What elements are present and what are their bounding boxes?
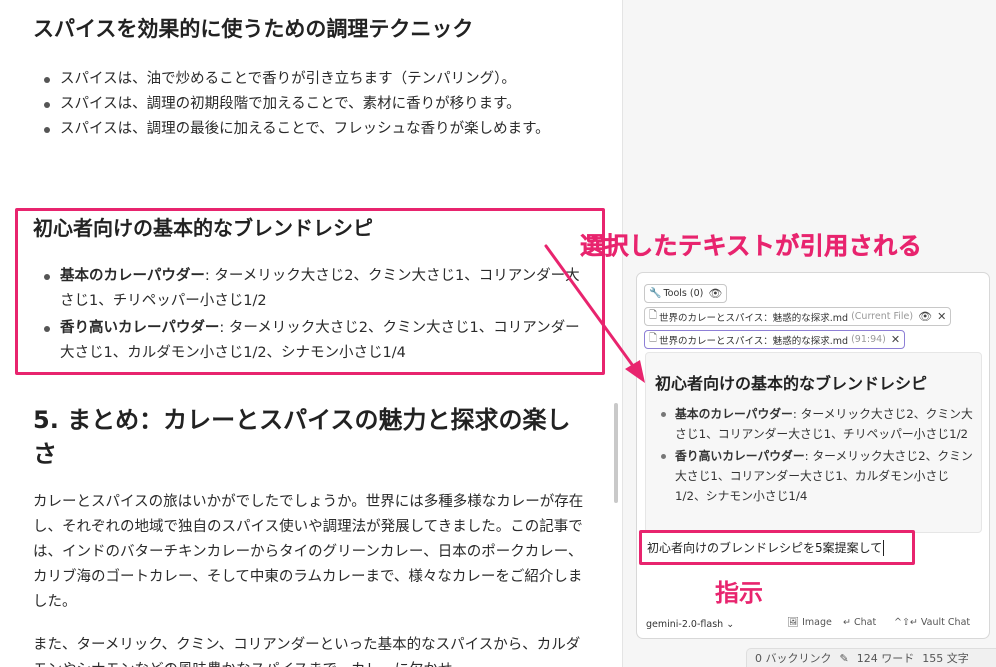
- techniques-list: スパイスは、油で炒めることで香りが引き立ちます（テンパリング）。 スパイスは、調…: [40, 67, 585, 142]
- list-item: 香り高いカレーパウダー: ターメリック大さじ2、クミン大さじ1、コリアンダー大さ…: [660, 446, 975, 506]
- summary-paragraph: また、ターメリック、クミン、コリアンダーといった基本的なスパイスから、カルダモン…: [33, 637, 581, 667]
- enter-icon: ↵: [843, 617, 851, 628]
- model-select[interactable]: gemini-2.0-flash ⌄: [646, 619, 734, 630]
- recipe-term: 香り高いカレーパウダー: [60, 320, 220, 336]
- list-item: スパイスは、油で炒めることで香りが引き立ちます（テンパリング）。: [40, 67, 585, 92]
- context-chip-current-file[interactable]: 🗋 世界のカレーとスパイス：魅惑的な探求.md (Current File) 👁…: [644, 307, 952, 326]
- close-icon[interactable]: ✕: [891, 333, 900, 346]
- pencil-icon[interactable]: ✎: [840, 652, 849, 665]
- chat-label: Chat: [854, 617, 877, 628]
- chip-selection-range: (91:94): [851, 334, 886, 345]
- chat-input-value: 初心者向けのブレンドレシピを5案提案して: [647, 541, 883, 555]
- chevron-down-icon: ⌄: [726, 619, 735, 630]
- char-count: 155 文字: [922, 652, 969, 665]
- image-button[interactable]: 🖼 Image: [787, 617, 832, 628]
- quote-heading: 初心者向けの基本的なブレンドレシピ: [655, 374, 928, 393]
- image-label: Image: [802, 617, 832, 628]
- editor-pane[interactable]: スパイスを効果的に使うための調理テクニック スパイスは、油で炒めることで香りが引…: [0, 0, 622, 667]
- image-icon: 🖼: [787, 617, 800, 628]
- backlink-count[interactable]: 0 バックリンク: [755, 650, 832, 666]
- text-caret: [883, 539, 885, 556]
- recipe-term: 香り高いカレーパウダー: [675, 449, 805, 463]
- chip-selection-name: 世界のカレーとスパイス：魅惑的な探求.md: [659, 335, 849, 347]
- heading-cooking-techniques: スパイスを効果的に使うための調理テクニック: [33, 17, 474, 41]
- tools-button[interactable]: 🔧 Tools (0) 👁: [644, 284, 728, 303]
- list-item: 基本のカレーパウダー: ターメリック大さじ2、クミン大さじ1、コリアンダー大さじ…: [660, 404, 975, 444]
- recipe-term: 基本のカレーパウダー: [60, 268, 205, 284]
- context-chip-selection[interactable]: 🗋 世界のカレーとスパイス：魅惑的な探求.md (91:94) ✕: [644, 330, 906, 349]
- blend-recipes-list: 基本のカレーパウダー: ターメリック大さじ2、クミン大さじ1、コリアンダー大さじ…: [40, 264, 582, 366]
- eye-icon[interactable]: 👁: [708, 287, 722, 300]
- model-label: gemini-2.0-flash: [646, 619, 724, 630]
- status-bar: 0 バックリンク ✎ 124 ワード 155 文字: [746, 648, 996, 667]
- chat-input[interactable]: 初心者向けのブレンドレシピを5案提案して: [639, 530, 915, 565]
- list-item: スパイスは、調理の初期段階で加えることで、素材に香りが移ります。: [40, 92, 585, 117]
- heading-summary: 5. まとめ：カレーとスパイスの魅力と探求の楽しさ: [33, 406, 571, 468]
- quoted-selection-card: 初心者向けの基本的なブレンドレシピ 基本のカレーパウダー: ターメリック大さじ2…: [645, 352, 982, 533]
- tools-label: Tools (0): [663, 288, 704, 299]
- close-icon[interactable]: ✕: [937, 310, 946, 323]
- chip-file-name: 世界のカレーとスパイス：魅惑的な探求.md: [659, 312, 849, 324]
- annotation-quoted-label: 選択したテキストが引用される: [580, 232, 923, 261]
- editor-scrollbar[interactable]: [614, 403, 618, 503]
- heading-blend-recipes: 初心者向けの基本的なブレンドレシピ: [33, 216, 373, 240]
- list-item: 基本のカレーパウダー: ターメリック大さじ2、クミン大さじ1、コリアンダー大さじ…: [40, 264, 582, 314]
- summary-paragraph: カレーとスパイスの旅はいかがでしたでしょうか。世界には多種多様なカレーが存在し、…: [33, 494, 584, 610]
- eye-icon[interactable]: 👁: [918, 310, 932, 323]
- vault-chat-button[interactable]: ^⇧↵ Vault Chat: [894, 617, 970, 628]
- list-item: スパイスは、調理の最後に加えることで、フレッシュな香りが楽しめます。: [40, 117, 585, 142]
- annotation-instruction-label: 指示: [715, 579, 763, 607]
- vault-chat-label: Vault Chat: [920, 617, 971, 628]
- shortcut-icon: ^⇧↵: [894, 617, 918, 628]
- chat-send-button[interactable]: ↵ Chat: [843, 617, 876, 628]
- quote-list: 基本のカレーパウダー: ターメリック大さじ2、クミン大さじ1、コリアンダー大さじ…: [660, 404, 975, 506]
- chip-file-tag: (Current File): [851, 311, 914, 322]
- file-icon: 🗋: [649, 333, 658, 344]
- recipe-term: 基本のカレーパウダー: [675, 407, 793, 421]
- file-icon: 🗋: [649, 310, 658, 321]
- list-item: 香り高いカレーパウダー: ターメリック大さじ2、クミン大さじ1、コリアンダー大さ…: [40, 316, 582, 366]
- wrench-icon: 🔧: [649, 288, 662, 299]
- word-count: 124 ワード: [856, 652, 915, 665]
